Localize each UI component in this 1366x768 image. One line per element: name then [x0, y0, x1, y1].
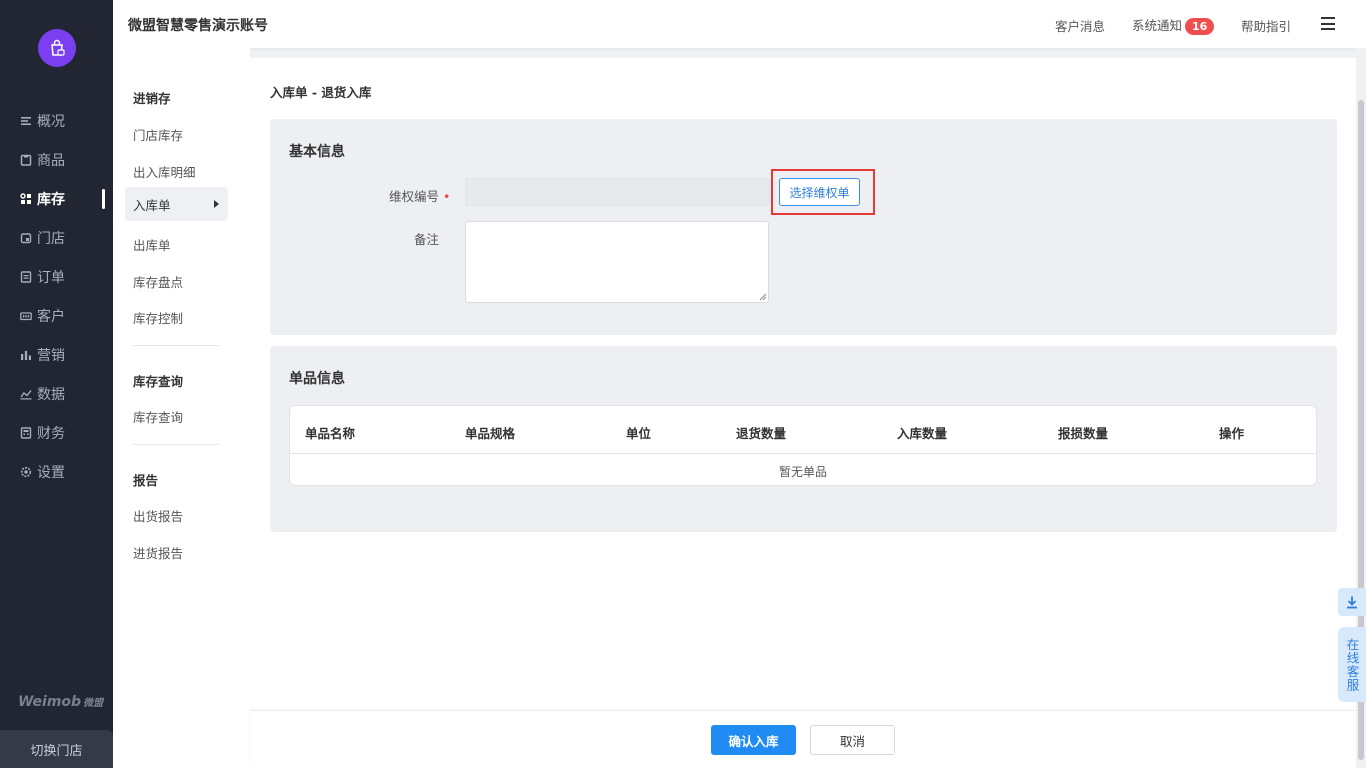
submenu-item-outbound-order[interactable]: 出库单	[133, 235, 171, 254]
download-icon	[1347, 596, 1357, 609]
submenu-item-label: 入库单	[133, 197, 171, 213]
sidebar-item-label: 数据	[37, 386, 65, 403]
rights-number-input[interactable]	[465, 178, 770, 206]
order-icon	[19, 270, 32, 283]
submenu-item-purchase-report[interactable]: 进货报告	[133, 543, 183, 562]
cancel-button[interactable]: 取消	[810, 725, 895, 755]
menu-icon[interactable]	[1321, 17, 1335, 30]
submenu-group-title: 进销存	[133, 91, 171, 106]
column-header: 报损数量	[1058, 426, 1109, 441]
shopping-bag-icon	[51, 39, 65, 56]
sidebar-item-inventory[interactable]: 库存	[0, 179, 113, 218]
main-content: 入库单 - 退货入库 基本信息 维权编号 • 选择维权单 备注 单品信息 单品名称…	[250, 58, 1356, 768]
submenu-item-stock-detail[interactable]: 出入库明细	[133, 162, 196, 181]
caret-right-icon	[214, 200, 219, 208]
finance-icon	[19, 426, 32, 439]
table-header-row: 单品名称 单品规格 单位 退货数量 入库数量 报损数量 操作	[290, 406, 1316, 454]
overview-icon	[19, 114, 32, 127]
submenu-item-inbound-order[interactable]: 入库单	[125, 187, 228, 221]
sidebar-item-label: 设置	[37, 464, 65, 481]
submenu-divider	[133, 345, 219, 346]
notice-count-badge: 16	[1185, 18, 1215, 35]
resize-handle-icon[interactable]	[759, 293, 767, 301]
section-title: 基本信息	[289, 144, 345, 160]
remark-label: 备注	[414, 232, 440, 247]
column-header: 单品规格	[465, 426, 516, 441]
brand-name-cn: 微盟	[83, 698, 104, 709]
column-header: 单品名称	[305, 426, 356, 441]
remark-textarea[interactable]	[465, 221, 769, 303]
sidebar-item-label: 营销	[37, 347, 65, 364]
system-notices-link[interactable]: 系统通知 16	[1132, 15, 1215, 35]
rights-number-label: 维权编号 •	[389, 186, 450, 205]
account-title: 微盟智慧零售演示账号	[128, 18, 268, 34]
sidebar-item-label: 订单	[37, 269, 65, 286]
weimob-brand-logo: Weimob 微盟	[18, 694, 103, 710]
customer-messages-link[interactable]: 客户消息	[1055, 16, 1105, 35]
section-title: 单品信息	[289, 371, 345, 387]
footer-action-bar: 确认入库 取消	[250, 710, 1356, 768]
sidebar-item-customer[interactable]: 客户	[0, 296, 113, 335]
required-mark: •	[443, 189, 451, 204]
breadcrumb: 入库单 - 退货入库	[270, 85, 372, 100]
sidebar-item-label: 库存	[37, 191, 65, 208]
sidebar-item-marketing[interactable]: 营销	[0, 335, 113, 374]
sidebar-item-overview[interactable]: 概况	[0, 101, 113, 140]
sidebar-item-label: 门店	[37, 230, 65, 247]
customer-icon	[19, 309, 32, 322]
goods-icon	[19, 153, 32, 166]
rights-number-label-text: 维权编号	[389, 189, 440, 204]
item-info-panel: 单品信息 单品名称 单品规格 单位 退货数量 入库数量 报损数量 操作 暂无单品	[270, 346, 1337, 532]
submenu-group-title: 库存查询	[133, 374, 184, 389]
submenu-item-shipment-report[interactable]: 出货报告	[133, 506, 183, 525]
sidebar-item-goods[interactable]: 商品	[0, 140, 113, 179]
basic-info-panel: 基本信息 维权编号 • 选择维权单 备注	[270, 119, 1337, 335]
column-header: 退货数量	[736, 426, 787, 441]
help-guide-link[interactable]: 帮助指引	[1241, 16, 1291, 35]
submenu-group-title: 报告	[133, 473, 159, 488]
top-header: 微盟智慧零售演示账号 客户消息 系统通知 16 帮助指引	[113, 0, 1366, 48]
sidebar-item-order[interactable]: 订单	[0, 257, 113, 296]
sidebar-item-data[interactable]: 数据	[0, 374, 113, 413]
column-header: 操作	[1219, 426, 1245, 441]
store-icon	[19, 231, 32, 244]
main-sidebar: 概况 商品 库存 门店 订单 客户 营销 数据 财务 设置 Weimob 微盟 …	[0, 0, 113, 768]
sidebar-item-label: 财务	[37, 425, 65, 442]
submenu-item-stock-query[interactable]: 库存查询	[133, 407, 183, 426]
sidebar-item-settings[interactable]: 设置	[0, 452, 113, 491]
column-header: 入库数量	[897, 426, 948, 441]
shop-logo[interactable]	[38, 29, 76, 67]
submenu-item-stock-control[interactable]: 库存控制	[133, 308, 183, 327]
column-header: 单位	[626, 426, 652, 441]
sidebar-nav: 概况 商品 库存 门店 订单 客户 营销 数据 财务 设置	[0, 101, 113, 491]
settings-icon	[19, 465, 32, 478]
sidebar-item-label: 客户	[37, 308, 65, 325]
system-notices-label: 系统通知	[1132, 18, 1183, 33]
submenu-item-store-stock[interactable]: 门店库存	[133, 125, 183, 144]
brand-name: Weimob	[18, 694, 82, 710]
sidebar-item-store[interactable]: 门店	[0, 218, 113, 257]
items-table: 单品名称 单品规格 单位 退货数量 入库数量 报损数量 操作 暂无单品	[289, 405, 1317, 486]
marketing-icon	[19, 348, 32, 361]
download-button[interactable]	[1338, 588, 1366, 616]
sidebar-item-finance[interactable]: 财务	[0, 413, 113, 452]
inventory-submenu: 进销存 门店库存 出入库明细 入库单 出库单 库存盘点 库存控制 库存查询 库存…	[113, 48, 250, 768]
switch-store-button[interactable]: 切换门店	[0, 730, 113, 768]
sidebar-item-label: 概况	[37, 113, 65, 130]
data-icon	[19, 387, 32, 400]
inventory-icon	[19, 192, 32, 205]
submenu-divider	[133, 444, 219, 445]
select-rights-order-button[interactable]: 选择维权单	[779, 178, 860, 206]
empty-state: 暂无单品	[778, 465, 827, 479]
submenu-item-stocktake[interactable]: 库存盘点	[133, 272, 183, 291]
sidebar-item-label: 商品	[37, 152, 65, 169]
confirm-inbound-button[interactable]: 确认入库	[711, 725, 796, 755]
online-service-button[interactable]: 在线客服	[1338, 627, 1366, 702]
